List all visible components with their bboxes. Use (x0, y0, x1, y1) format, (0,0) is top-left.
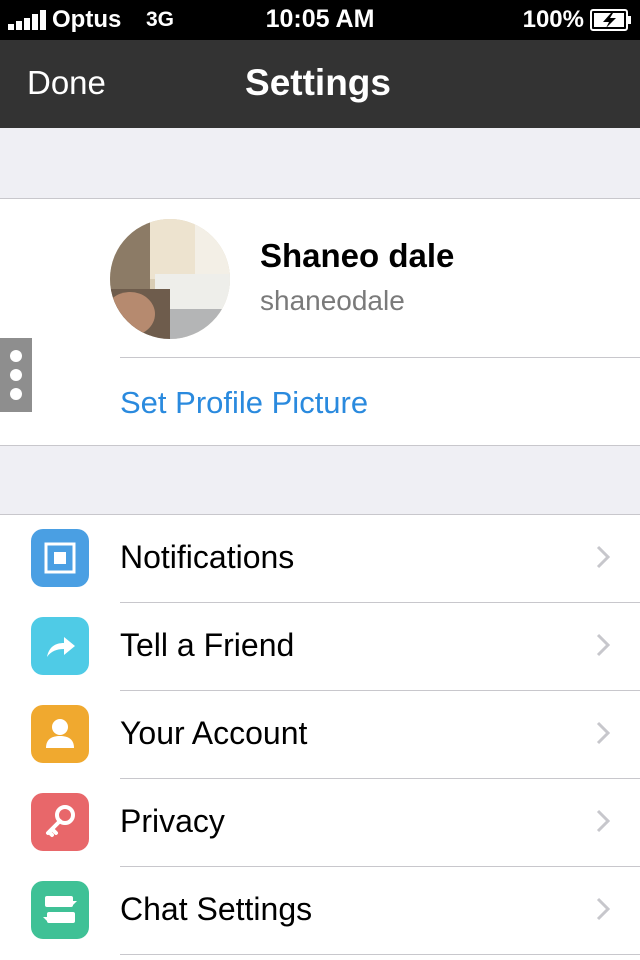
status-bar: Optus 3G 10:05 AM 100% (0, 0, 640, 40)
page-title: Settings (245, 62, 391, 103)
chevron-right-icon (596, 545, 610, 569)
profile-username: shaneodale (260, 285, 405, 316)
settings-item-label: Your Account (120, 715, 308, 751)
settings-item-chat-settings[interactable]: Chat Settings (0, 867, 640, 955)
chevron-right-icon (596, 721, 610, 745)
navigation-bar: Done Settings (0, 40, 640, 128)
account-icon (31, 705, 89, 763)
avatar[interactable] (110, 219, 230, 339)
profile-name: Shaneo dale (260, 237, 455, 274)
divider (120, 954, 640, 955)
settings-item-your-account[interactable]: Your Account (0, 691, 640, 779)
key-icon (31, 793, 89, 851)
settings-item-privacy[interactable]: Privacy (0, 779, 640, 867)
avatar-image (110, 219, 230, 339)
profile-card: Shaneo dale shaneodale Set Profile Pictu… (0, 198, 640, 446)
share-icon (31, 617, 89, 675)
chevron-right-icon (596, 809, 610, 833)
settings-item-label: Notifications (120, 539, 295, 575)
settings-item-notifications[interactable]: Notifications (0, 515, 640, 603)
notifications-icon (31, 529, 89, 587)
divider (120, 357, 640, 358)
battery-charging-icon (590, 9, 631, 31)
side-menu-handle[interactable] (0, 338, 32, 412)
set-profile-picture-link[interactable]: Set Profile Picture (120, 385, 368, 421)
settings-list: Notifications Tell a Friend Your Account (0, 514, 640, 960)
chat-settings-icon (31, 881, 89, 939)
settings-item-label: Tell a Friend (120, 627, 295, 663)
chevron-right-icon (596, 897, 610, 921)
battery-percentage: 100% (522, 6, 584, 33)
settings-item-tell-a-friend[interactable]: Tell a Friend (0, 603, 640, 691)
chevron-right-icon (596, 633, 610, 657)
settings-item-label: Chat Settings (120, 891, 313, 927)
settings-item-label: Privacy (120, 803, 225, 839)
